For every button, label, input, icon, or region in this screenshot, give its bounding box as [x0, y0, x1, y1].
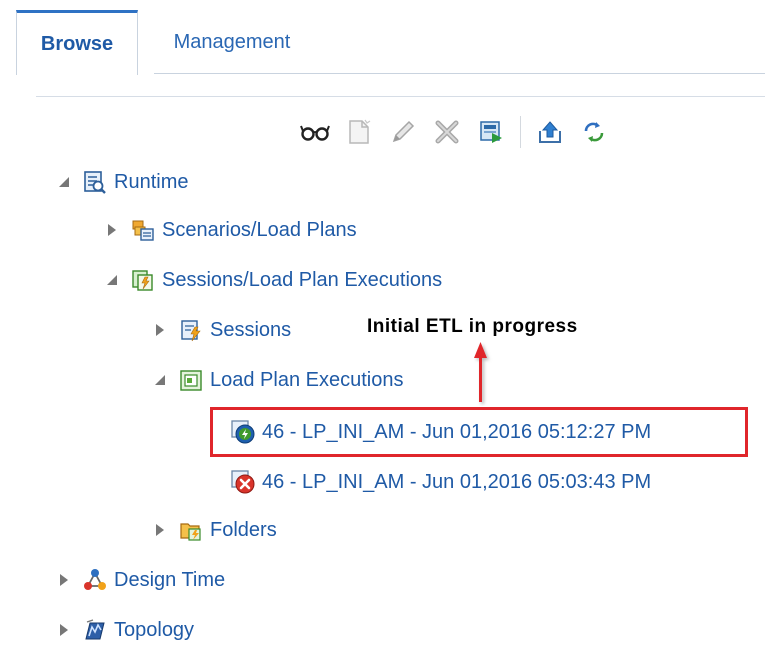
load-plan-executions-icon — [178, 367, 204, 393]
tree-label-exec-error[interactable]: 46 - LP_INI_AM - Jun 01,2016 05:03:43 PM — [262, 471, 651, 494]
tree-node-folders[interactable]: Folders — [150, 514, 277, 546]
tree-label-sessions[interactable]: Sessions — [210, 319, 291, 342]
tree-label-topology[interactable]: Topology — [114, 619, 194, 642]
annotation-arrow-icon — [474, 342, 487, 402]
tree-node-exec-error[interactable]: 46 - LP_INI_AM - Jun 01,2016 05:03:43 PM — [230, 466, 651, 498]
tab-browse[interactable]: Browse — [16, 10, 138, 75]
annotation-text: Initial ETL in progress — [367, 316, 578, 337]
tree-label-folders[interactable]: Folders — [210, 519, 277, 542]
collapsed-triangle-icon[interactable] — [54, 570, 74, 590]
topology-icon — [82, 617, 108, 643]
error-execution-icon — [230, 469, 256, 495]
expanded-triangle-icon[interactable] — [102, 270, 122, 290]
edit-icon[interactable] — [384, 114, 422, 150]
sessions-icon — [178, 317, 204, 343]
tree-node-sessions[interactable]: Sessions — [150, 314, 291, 346]
toolbar — [296, 114, 619, 150]
collapsed-triangle-icon[interactable] — [54, 620, 74, 640]
running-execution-icon — [230, 419, 256, 445]
tree-node-load-plan-executions[interactable]: Load Plan Executions — [150, 364, 403, 396]
runtime-icon — [82, 169, 108, 195]
toolbar-separator — [520, 116, 521, 148]
tree-label-sessions-lpe[interactable]: Sessions/Load Plan Executions — [162, 269, 442, 292]
tree-node-exec-running[interactable]: 46 - LP_INI_AM - Jun 01,2016 05:12:27 PM — [230, 416, 651, 448]
export-icon[interactable] — [531, 114, 569, 150]
tree-label-scenarios[interactable]: Scenarios/Load Plans — [162, 219, 357, 242]
tree-node-scenarios[interactable]: Scenarios/Load Plans — [102, 214, 357, 246]
tab-management[interactable]: Management — [152, 10, 312, 74]
collapsed-triangle-icon[interactable] — [150, 320, 170, 340]
tab-bar: Browse Management — [16, 10, 765, 75]
tree-label-load-plan-executions[interactable]: Load Plan Executions — [210, 369, 403, 392]
delete-icon[interactable] — [428, 114, 466, 150]
folders-icon — [178, 517, 204, 543]
tree-node-topology[interactable]: Topology — [54, 614, 194, 646]
tree-label-runtime[interactable]: Runtime — [114, 171, 188, 194]
run-icon[interactable] — [472, 114, 510, 150]
tree-node-runtime[interactable]: Runtime — [54, 166, 188, 198]
collapsed-triangle-icon[interactable] — [102, 220, 122, 240]
refresh-icon[interactable] — [575, 114, 613, 150]
view-icon[interactable] — [296, 114, 334, 150]
tab-divider — [154, 73, 765, 74]
design-time-icon — [82, 567, 108, 593]
expanded-triangle-icon[interactable] — [150, 370, 170, 390]
sessions-lpe-icon — [130, 267, 156, 293]
expanded-triangle-icon[interactable] — [54, 172, 74, 192]
new-icon[interactable] — [340, 114, 378, 150]
panel-divider — [36, 96, 765, 97]
tree-node-design-time[interactable]: Design Time — [54, 564, 225, 596]
tree-node-sessions-lpe[interactable]: Sessions/Load Plan Executions — [102, 264, 442, 296]
tree-label-exec-running[interactable]: 46 - LP_INI_AM - Jun 01,2016 05:12:27 PM — [262, 421, 651, 444]
tree-label-design-time[interactable]: Design Time — [114, 569, 225, 592]
scenarios-icon — [130, 217, 156, 243]
collapsed-triangle-icon[interactable] — [150, 520, 170, 540]
